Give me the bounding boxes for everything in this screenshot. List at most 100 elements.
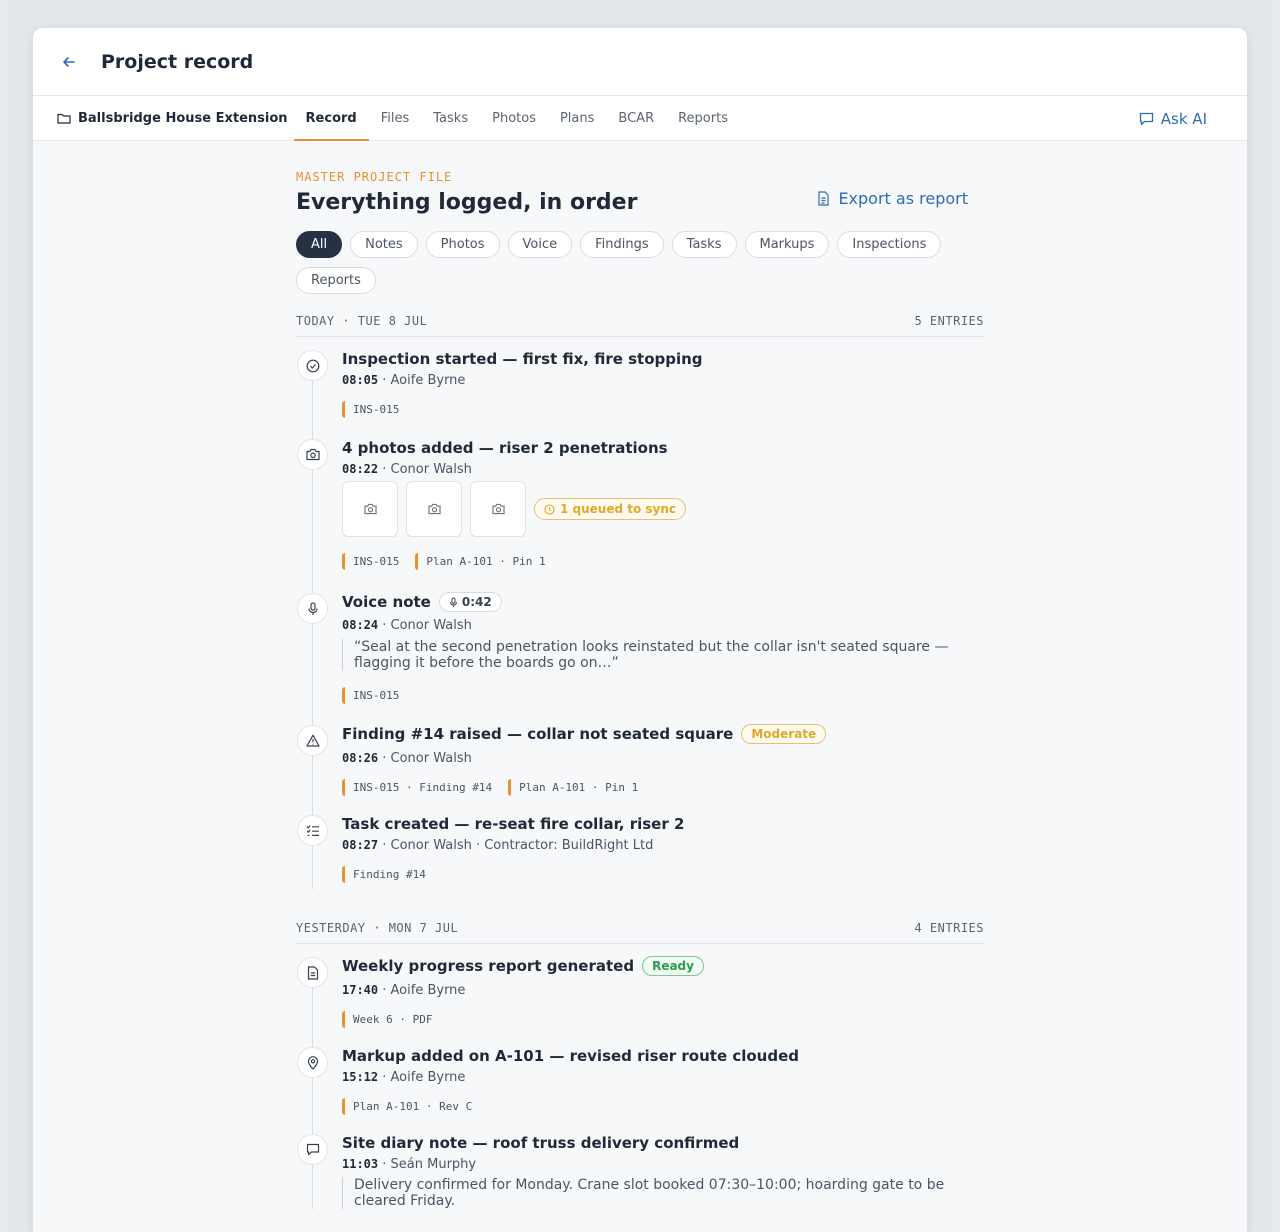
entry-meta: 08:27 · Conor Walsh · Contractor: BuildR… [342, 838, 984, 853]
filter-photos[interactable]: Photos [425, 231, 500, 258]
entry-title: Inspection started — first fix, fire sto… [342, 350, 703, 368]
entry-tag[interactable]: Finding #14 [342, 866, 434, 883]
entry-time: 17:40 [342, 983, 379, 997]
timeline: Weekly progress report generated Ready 1… [296, 956, 984, 1209]
filter-voice[interactable]: Voice [507, 231, 573, 258]
speech-bubble-icon [297, 1134, 328, 1165]
entry-author: · Conor Walsh [378, 462, 472, 477]
tab-files[interactable]: Files [369, 96, 422, 140]
entry-author: · Conor Walsh [378, 618, 472, 633]
back-arrow-icon[interactable] [61, 54, 81, 70]
timeline-entry[interactable]: Inspection started — first fix, fire sto… [296, 349, 984, 418]
photo-thumbnails: 1 queued to sync [342, 481, 984, 537]
tab-record[interactable]: Record [293, 96, 369, 141]
entry-tag[interactable]: Week 6 · PDF [342, 1011, 440, 1028]
photo-thumbnail[interactable] [406, 481, 462, 537]
microphone-icon [449, 597, 457, 607]
filter-all[interactable]: All [296, 231, 343, 258]
voice-transcript: “Seal at the second penetration looks re… [342, 639, 962, 671]
ask-ai-label: Ask AI [1160, 109, 1207, 128]
warning-icon [297, 725, 328, 756]
timeline: Inspection started — first fix, fire sto… [296, 349, 984, 889]
entry-time: 08:22 [342, 462, 379, 476]
entry-meta: 11:03 · Seán Murphy [342, 1157, 984, 1172]
entry-author: · Aoife Byrne [378, 1070, 466, 1085]
day-label: TODAY · TUE 8 JUL [296, 314, 428, 328]
entry-time: 15:12 [342, 1070, 379, 1084]
entry-title: Weekly progress report generated Ready [342, 956, 984, 976]
photo-thumbnail[interactable] [342, 481, 398, 537]
voice-duration-badge[interactable]: 0:42 [438, 592, 502, 612]
record-content: MASTER PROJECT FILE Everything logged, i… [296, 170, 984, 1209]
filter-chips: All Notes Photos Voice Findings Tasks Ma… [296, 231, 984, 294]
filter-findings[interactable]: Findings [580, 231, 664, 258]
entry-author: · Aoife Byrne [378, 373, 466, 388]
tab-photos[interactable]: Photos [480, 96, 548, 140]
project-name[interactable]: Ballsbridge House Extension [57, 96, 288, 140]
entry-tag[interactable]: INS-015 [342, 553, 407, 570]
page-title: Project record [101, 50, 254, 73]
entry-tag[interactable]: Plan A-101 · Pin 1 [508, 779, 646, 796]
folder-icon [57, 113, 71, 124]
entry-title: Finding #14 raised — collar not seated s… [342, 724, 984, 744]
entry-author: · Seán Murphy [378, 1157, 477, 1172]
timeline-entry[interactable]: Voice note 0:42 08:24 · Conor Walsh “Sea… [296, 592, 984, 704]
diary-note-text: Delivery confirmed for Monday. Crane slo… [342, 1177, 962, 1209]
clock-icon [544, 503, 555, 515]
entry-time: 08:05 [342, 373, 379, 387]
sync-queue-badge: 1 queued to sync [534, 498, 687, 520]
filter-reports[interactable]: Reports [296, 267, 376, 294]
voice-duration: 0:42 [461, 595, 492, 609]
entry-time: 08:26 [342, 751, 379, 765]
day-header: TODAY · TUE 8 JUL 5 ENTRIES [296, 314, 984, 337]
entry-title-text: Finding #14 raised — collar not seated s… [342, 725, 734, 743]
tab-reports[interactable]: Reports [666, 96, 740, 140]
project-nav: Ballsbridge House Extension Record Files… [33, 96, 1247, 141]
app-window: Project record Ballsbridge House Extensi… [33, 28, 1247, 1232]
entry-meta: 17:40 · Aoife Byrne [342, 983, 984, 998]
filter-tasks[interactable]: Tasks [671, 231, 737, 258]
entry-title-text: Voice note [342, 593, 431, 611]
entry-tag[interactable]: INS-015 · Finding #14 [342, 779, 500, 796]
timeline-entry[interactable]: Finding #14 raised — collar not seated s… [296, 724, 984, 796]
photo-thumbnail[interactable] [470, 481, 526, 537]
export-report-button[interactable]: Export as report [817, 189, 968, 208]
entry-tag[interactable]: INS-015 [342, 687, 407, 704]
camera-icon [297, 439, 328, 470]
filter-markups[interactable]: Markups [744, 231, 830, 258]
day-entry-count: 5 ENTRIES [914, 314, 984, 328]
entry-tag[interactable]: Plan A-101 · Pin 1 [415, 553, 553, 570]
section-eyebrow: MASTER PROJECT FILE [296, 170, 453, 184]
top-bar: Project record [33, 28, 1247, 96]
entry-time: 08:27 [342, 838, 379, 852]
ask-ai-button[interactable]: Ask AI [1139, 96, 1207, 141]
entry-title: Site diary note — roof truss delivery co… [342, 1134, 740, 1152]
entry-meta: 08:05 · Aoife Byrne [342, 373, 984, 388]
entry-tag[interactable]: Plan A-101 · Rev C [342, 1098, 480, 1115]
entry-time: 11:03 [342, 1157, 379, 1171]
timeline-entry[interactable]: 4 photos added — riser 2 penetrations 08… [296, 438, 984, 570]
day-header: YESTERDAY · MON 7 JUL 4 ENTRIES [296, 921, 984, 944]
tab-plans[interactable]: Plans [548, 96, 606, 140]
document-icon [297, 957, 328, 988]
tab-tasks[interactable]: Tasks [421, 96, 480, 140]
document-icon [818, 191, 830, 206]
filter-notes[interactable]: Notes [350, 231, 418, 258]
timeline-entry[interactable]: Task created — re-seat fire collar, rise… [296, 814, 984, 889]
filter-inspections[interactable]: Inspections [837, 231, 942, 258]
timeline-entry[interactable]: Weekly progress report generated Ready 1… [296, 956, 984, 1028]
timeline-entry[interactable]: Site diary note — roof truss delivery co… [296, 1133, 984, 1209]
entry-meta: 08:26 · Conor Walsh [342, 751, 984, 766]
entry-title: Markup added on A-101 — revised riser ro… [342, 1047, 800, 1065]
check-circle-icon [297, 350, 328, 381]
entry-author: · Aoife Byrne [378, 983, 466, 998]
entry-time: 08:24 [342, 618, 379, 632]
status-badge: Ready [642, 956, 704, 976]
map-pin-icon [297, 1047, 328, 1078]
timeline-entry[interactable]: Markup added on A-101 — revised riser ro… [296, 1046, 984, 1115]
tab-bcar[interactable]: BCAR [606, 96, 666, 140]
entry-title: Task created — re-seat fire collar, rise… [342, 815, 685, 833]
camera-icon [491, 503, 505, 515]
entry-tag[interactable]: INS-015 [342, 401, 407, 418]
entry-author: · Conor Walsh [378, 751, 472, 766]
